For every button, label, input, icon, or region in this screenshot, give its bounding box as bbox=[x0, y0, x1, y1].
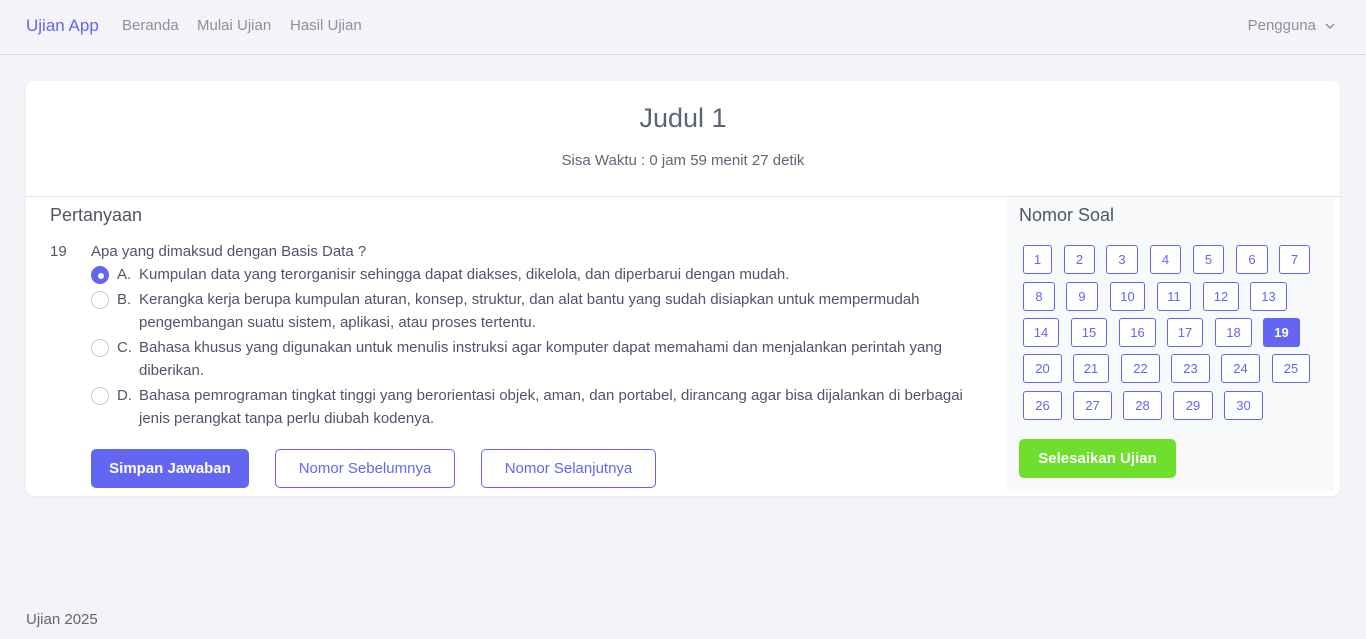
radio-option-d[interactable] bbox=[91, 387, 109, 405]
question-number-button[interactable]: 7 bbox=[1279, 245, 1310, 274]
navbar: Ujian App Beranda Mulai Ujian Hasil Ujia… bbox=[0, 0, 1366, 55]
option-letter: A. bbox=[117, 266, 132, 283]
option-b[interactable]: B. Kerangka kerja berupa kumpulan aturan… bbox=[91, 288, 991, 334]
option-c[interactable]: C. Bahasa khusus yang digunakan untuk me… bbox=[91, 336, 991, 382]
question-number-button[interactable]: 15 bbox=[1071, 318, 1107, 347]
save-answer-button[interactable]: Simpan Jawaban bbox=[91, 449, 249, 488]
question-number-button[interactable]: 23 bbox=[1171, 354, 1210, 383]
question-number-button[interactable]: 8 bbox=[1023, 282, 1055, 311]
question-number-button[interactable]: 1 bbox=[1023, 245, 1052, 274]
question-number-button[interactable]: 5 bbox=[1193, 245, 1224, 274]
exam-title: Judul 1 bbox=[639, 103, 727, 133]
question-number-button[interactable]: 16 bbox=[1119, 318, 1156, 347]
question-number-button[interactable]: 13 bbox=[1250, 282, 1287, 311]
question-number-button-active[interactable]: 19 bbox=[1263, 318, 1300, 347]
question-number-button[interactable]: 20 bbox=[1023, 354, 1062, 383]
radio-option-c[interactable] bbox=[91, 339, 109, 357]
question-number-button[interactable]: 17 bbox=[1167, 318, 1203, 347]
timer: Sisa Waktu : 0 jam 59 menit 27 detik bbox=[561, 152, 805, 169]
question-number-button[interactable]: 21 bbox=[1073, 354, 1109, 383]
question-number-button[interactable]: 9 bbox=[1066, 282, 1098, 311]
question-number-button[interactable]: 2 bbox=[1064, 245, 1095, 274]
option-letter: C. bbox=[117, 339, 132, 356]
footer-text: Ujian 2025 bbox=[26, 611, 98, 628]
nav-link-hasil-ujian[interactable]: Hasil Ujian bbox=[290, 17, 362, 34]
question-number-button[interactable]: 25 bbox=[1272, 354, 1310, 383]
finish-exam-button[interactable]: Selesaikan Ujian bbox=[1019, 439, 1176, 478]
option-text: Kerangka kerja berupa kumpulan aturan, k… bbox=[139, 291, 920, 331]
nav-link-beranda[interactable]: Beranda bbox=[122, 17, 179, 34]
question-text: Apa yang dimaksud dengan Basis Data ? bbox=[91, 243, 367, 260]
option-text: Kumpulan data yang terorganisir sehingga… bbox=[139, 266, 790, 283]
option-letter: B. bbox=[117, 291, 132, 308]
option-d[interactable]: D. Bahasa pemrograman tingkat tinggi yan… bbox=[91, 384, 991, 430]
question-number-button[interactable]: 12 bbox=[1203, 282, 1239, 311]
question-number-button[interactable]: 10 bbox=[1110, 282, 1145, 311]
question-number: 19 bbox=[50, 243, 67, 260]
question-section-title: Pertanyaan bbox=[50, 205, 143, 225]
question-number-button[interactable]: 4 bbox=[1150, 245, 1181, 274]
next-question-button[interactable]: Nomor Selanjutnya bbox=[481, 449, 656, 488]
option-letter: D. bbox=[117, 387, 132, 404]
option-a[interactable]: A. Kumpulan data yang terorganisir sehin… bbox=[91, 263, 991, 286]
question-number-button[interactable]: 30 bbox=[1224, 391, 1263, 420]
nav-link-mulai-ujian[interactable]: Mulai Ujian bbox=[197, 17, 271, 34]
exam-header: Judul 1 Sisa Waktu : 0 jam 59 menit 27 d… bbox=[26, 81, 1340, 197]
option-text: Bahasa pemrograman tingkat tinggi yang b… bbox=[139, 387, 963, 427]
brand-link[interactable]: Ujian App bbox=[26, 16, 99, 36]
question-number-button[interactable]: 14 bbox=[1023, 318, 1059, 347]
radio-option-b[interactable] bbox=[91, 291, 109, 309]
exam-card: Judul 1 Sisa Waktu : 0 jam 59 menit 27 d… bbox=[26, 81, 1340, 496]
question-number-button[interactable]: 28 bbox=[1123, 391, 1162, 420]
question-number-button[interactable]: 22 bbox=[1121, 354, 1160, 383]
question-number-button[interactable]: 27 bbox=[1073, 391, 1112, 420]
question-number-button[interactable]: 6 bbox=[1236, 245, 1268, 274]
question-number-button[interactable]: 29 bbox=[1173, 391, 1213, 420]
user-menu-label: Pengguna bbox=[1247, 17, 1316, 34]
question-number-button[interactable]: 24 bbox=[1221, 354, 1260, 383]
question-number-button[interactable]: 18 bbox=[1215, 318, 1252, 347]
nav-panel-title: Nomor Soal bbox=[1019, 205, 1115, 225]
question-number-button[interactable]: 11 bbox=[1157, 282, 1191, 311]
question-number-button[interactable]: 3 bbox=[1106, 245, 1138, 274]
radio-option-a[interactable] bbox=[91, 266, 109, 284]
option-text: Bahasa khusus yang digunakan untuk menul… bbox=[139, 339, 942, 379]
previous-question-button[interactable]: Nomor Sebelumnya bbox=[275, 449, 455, 488]
question-number-button[interactable]: 26 bbox=[1023, 391, 1062, 420]
chevron-down-icon bbox=[1325, 22, 1335, 29]
user-menu[interactable]: Pengguna bbox=[1248, 17, 1336, 34]
